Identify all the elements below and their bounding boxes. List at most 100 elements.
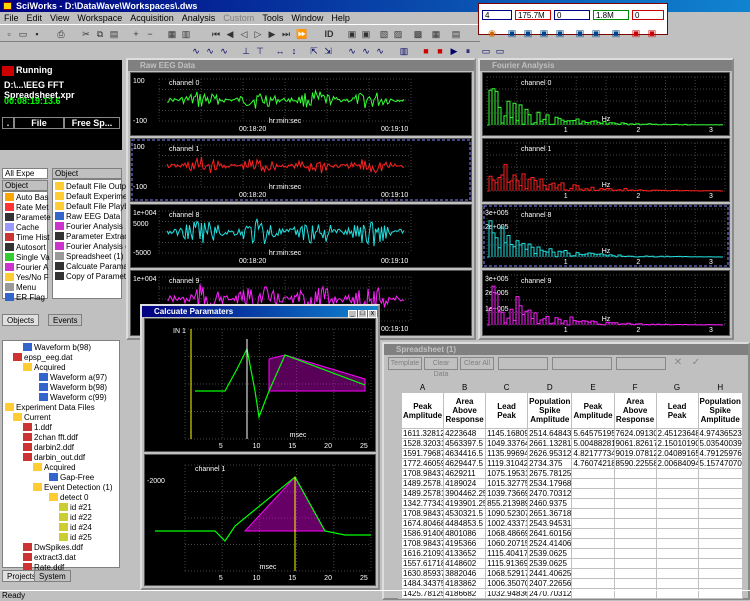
table-cell[interactable]: 1145.16809... — [485, 428, 529, 439]
table-cell[interactable] — [697, 548, 743, 559]
tree-item[interactable]: id #25 — [59, 533, 92, 543]
table-cell[interactable]: 1708.984375 — [400, 468, 445, 479]
raw-eeg-title[interactable]: Raw EEG Data — [128, 60, 474, 71]
table-cell[interactable]: 4148602 — [443, 558, 487, 569]
table-cell[interactable]: 1090.52307... — [485, 508, 529, 519]
tree-item[interactable]: extract3.dat — [23, 553, 76, 563]
object-type-item[interactable]: Yes/No F — [5, 273, 49, 283]
table-cell[interactable]: 4.79125976... — [697, 448, 743, 459]
tree-item[interactable]: Experiment Data Files — [5, 403, 95, 413]
table-cell[interactable] — [613, 568, 657, 579]
table-cell[interactable] — [655, 468, 699, 479]
object-type-item[interactable]: Menu — [5, 283, 36, 293]
fft-channel-8-plot[interactable]: channel 8 3e+005 2e+005 Hz 1 2 3 — [482, 204, 730, 268]
clear-data-button[interactable]: Clear Data — [424, 357, 458, 378]
menu-workspace[interactable]: Workspace — [73, 12, 126, 24]
table-cell[interactable]: 4189024 — [443, 478, 487, 489]
tree-item[interactable]: Waveform b(98) — [39, 383, 107, 393]
column-header[interactable]: Peak Amplitude — [571, 392, 615, 429]
menu-view[interactable]: View — [46, 12, 73, 24]
table-cell[interactable] — [655, 578, 699, 589]
toolbar-icon-2[interactable]: ▣ — [506, 27, 518, 39]
object-type-item[interactable]: Single Va — [5, 253, 50, 263]
wave-tool-1-icon[interactable]: ∿ — [190, 45, 202, 57]
table-cell[interactable]: 1135.99694... — [485, 448, 529, 459]
tool-icon-f[interactable]: ▦ — [430, 28, 442, 40]
table-cell[interactable] — [571, 518, 615, 529]
column-letter[interactable]: D — [527, 382, 573, 393]
monitor-icon[interactable]: ▭ — [480, 45, 492, 57]
table-cell[interactable]: 5.15747070... — [697, 458, 743, 469]
menu-file[interactable]: File — [0, 12, 23, 24]
wave-tool-11-icon[interactable]: ∿ — [360, 45, 372, 57]
table-cell[interactable]: 1342.77343... — [400, 498, 445, 509]
wave-tool-10-icon[interactable]: ∿ — [346, 45, 358, 57]
wave-tool-2-icon[interactable]: ∿ — [204, 45, 216, 57]
object-type-header[interactable]: Object Type — [2, 180, 48, 199]
tool-icon-b[interactable]: ▣ — [360, 28, 372, 40]
toolbar-icon-10[interactable]: ▣ — [646, 27, 658, 39]
tree-item[interactable]: Waveform a(97) — [39, 373, 107, 383]
fft-channel-9-plot[interactable]: channel 9 3e+005 2e+005 1e+005 Hz 1 2 3 — [482, 270, 730, 336]
tree-item[interactable]: darbin2.ddf — [23, 443, 74, 453]
tree-item[interactable]: id #22 — [59, 513, 92, 523]
table-cell[interactable] — [655, 528, 699, 539]
table-cell[interactable]: 2514.64843... — [527, 428, 573, 439]
tree-item[interactable]: 1.ddf — [23, 423, 52, 433]
table-cell[interactable] — [697, 578, 743, 589]
table-cell[interactable]: 2.04089165... — [655, 448, 699, 459]
table-cell[interactable]: 1674.80468... — [400, 518, 445, 529]
tab-events[interactable]: Events — [48, 314, 83, 326]
table-cell[interactable] — [613, 538, 657, 549]
object-type-item[interactable]: Time Hist — [5, 233, 49, 243]
table-cell[interactable]: 5.64575195... — [571, 428, 615, 439]
table-cell[interactable] — [613, 548, 657, 559]
table-cell[interactable] — [655, 508, 699, 519]
table-cell[interactable]: 1075.19531... — [485, 468, 529, 479]
table-cell[interactable]: 2407.22656... — [527, 578, 573, 589]
object-type-item[interactable]: ER Flag — [5, 293, 45, 303]
table-cell[interactable] — [613, 498, 657, 509]
column-header[interactable]: Lead Peak — [655, 392, 699, 429]
table-cell[interactable] — [571, 488, 615, 499]
table-cell[interactable]: 4629211 — [443, 468, 487, 479]
table-cell[interactable] — [697, 468, 743, 479]
table-cell[interactable]: 2626.953125 — [527, 448, 573, 459]
table-cell[interactable] — [697, 558, 743, 569]
tree-item[interactable]: Current — [13, 413, 51, 423]
toolbar-icon-5[interactable]: ▣ — [554, 27, 566, 39]
tree-item[interactable]: Waveform c(99) — [39, 393, 107, 403]
table-cell[interactable]: 1616.21093... — [400, 548, 445, 559]
object-item[interactable]: Raw EEG Data — [55, 212, 120, 222]
id-button[interactable]: ID — [322, 28, 336, 40]
table-cell[interactable] — [613, 518, 657, 529]
table-cell[interactable]: 2534.17968... — [527, 478, 573, 489]
minimize-icon[interactable]: _ — [348, 310, 357, 318]
object-item[interactable]: Fourier Analysis — [55, 222, 123, 232]
table-cell[interactable]: 1611.328125 — [400, 428, 445, 439]
table-cell[interactable]: 7624.09130... — [613, 428, 657, 439]
print-icon[interactable]: ⎙ — [55, 28, 67, 40]
zoom-in-icon[interactable]: + — [130, 28, 142, 40]
table-cell[interactable] — [571, 468, 615, 479]
toolbar-icon-4[interactable]: ▣ — [538, 27, 550, 39]
table-cell[interactable] — [655, 518, 699, 529]
column-header[interactable]: Population Spike Amplitude — [697, 392, 743, 429]
table-cell[interactable]: 1489.2578... — [400, 478, 445, 489]
table-cell[interactable]: 2441.40625 — [527, 568, 573, 579]
menu-help[interactable]: Help — [327, 12, 354, 24]
skip-back-icon[interactable]: ⏮ — [210, 28, 222, 40]
zoom-out-icon[interactable]: − — [144, 28, 156, 40]
table-cell[interactable]: 1068.48669... — [485, 528, 529, 539]
rewind-icon[interactable]: ◀ — [224, 28, 236, 40]
tool-icon-e[interactable]: ▩ — [412, 28, 424, 40]
object-type-item[interactable]: Rate Met — [5, 203, 48, 213]
table-cell[interactable]: 2539.0625 — [527, 548, 573, 559]
pause-icon[interactable]: ⏸ — [462, 45, 474, 57]
fast-forward-icon[interactable]: ⏩ — [296, 28, 308, 40]
play-icon[interactable]: ▶ — [448, 45, 460, 57]
table-cell[interactable]: 4563397.5 — [443, 438, 487, 449]
toolbar-icon-8[interactable]: ▣ — [610, 27, 622, 39]
eeg-channel-1-plot[interactable]: channel 1 100 -100 00:18:20 00:19:10 hr:min:s… — [130, 138, 472, 202]
menu-acquisition[interactable]: Acquisition — [126, 12, 178, 24]
